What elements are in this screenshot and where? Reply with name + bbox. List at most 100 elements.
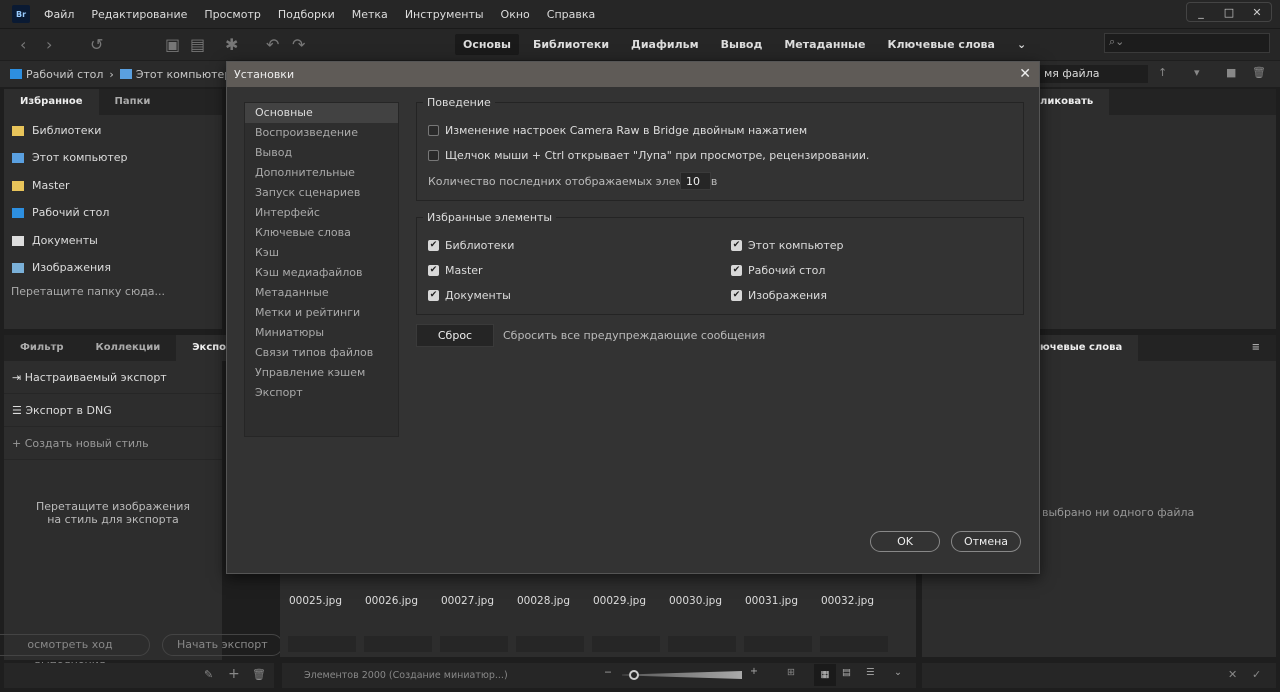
workspace-filmstrip[interactable]: Диафильм xyxy=(623,34,707,55)
apply-icon[interactable]: ✓ xyxy=(1252,668,1261,681)
open-recent-icon[interactable]: ▾ xyxy=(1194,66,1200,79)
view-options-icon[interactable]: ⌄ xyxy=(894,667,902,678)
favorite-item-checkbox[interactable]: ✔ Этот компьютер xyxy=(731,239,844,252)
close-button[interactable]: ✕ xyxy=(1243,3,1271,21)
view-progress-button[interactable]: осмотреть ход выполнения xyxy=(0,634,150,671)
ok-button[interactable]: OK xyxy=(870,531,940,552)
create-style[interactable]: + Создать новый стиль xyxy=(4,427,222,460)
camera-icon[interactable]: ▣ xyxy=(165,35,180,54)
category-item[interactable]: Связи типов файлов xyxy=(245,343,398,363)
trash-icon[interactable]: 🗑 xyxy=(1252,66,1266,79)
thumbnail[interactable] xyxy=(440,636,508,652)
export-dng[interactable]: ☰ Экспорт в DNG xyxy=(4,394,222,427)
sort-ascending-icon[interactable]: ↑ xyxy=(1158,66,1167,79)
favorite-item-checkbox[interactable]: ✔ Библиотеки xyxy=(428,239,514,252)
thumbnail[interactable] xyxy=(668,636,736,652)
zoom-in-icon[interactable]: + xyxy=(750,666,758,677)
breadcrumb-desktop[interactable]: Рабочий стол xyxy=(26,68,103,81)
refine-icon[interactable]: ✱ xyxy=(225,35,238,54)
copy-icon[interactable]: ▤ xyxy=(190,35,205,54)
checkbox-box[interactable] xyxy=(428,125,439,136)
rotate-right-icon[interactable]: ↷ xyxy=(292,35,305,54)
camera-raw-doubleclick-checkbox[interactable]: Изменение настроек Camera Raw в Bridge д… xyxy=(428,124,807,137)
start-export-button[interactable]: Начать экспорт xyxy=(162,634,283,656)
edit-icon[interactable]: ✎ xyxy=(204,668,213,681)
thumbnail-size-slider[interactable] xyxy=(622,671,742,679)
thumbnail-label[interactable]: 00031.jpg xyxy=(745,595,798,607)
export-custom[interactable]: ⇥ Настраиваемый экспорт xyxy=(4,361,222,394)
category-item[interactable]: Основные xyxy=(245,103,398,123)
tab-filter[interactable]: Фильтр xyxy=(4,335,80,361)
back-icon[interactable]: ‹ xyxy=(20,35,26,54)
category-item[interactable]: Ключевые слова xyxy=(245,223,398,243)
thumbnail-label[interactable]: 00032.jpg xyxy=(821,595,874,607)
minimize-button[interactable]: _ xyxy=(1187,3,1215,21)
thumbnail-label[interactable]: 00025.jpg xyxy=(289,595,342,607)
favorite-computer[interactable]: Этот компьютер xyxy=(4,144,222,171)
maximize-button[interactable]: □ xyxy=(1215,3,1243,21)
tab-folders[interactable]: Папки xyxy=(99,89,167,115)
cancel-icon[interactable]: ✕ xyxy=(1228,668,1237,681)
thumbnail[interactable] xyxy=(744,636,812,652)
category-item[interactable]: Интерфейс xyxy=(245,203,398,223)
thumbnail-label[interactable]: 00030.jpg xyxy=(669,595,722,607)
workspace-keywords[interactable]: Ключевые слова xyxy=(879,34,1002,55)
cancel-button[interactable]: Отмена xyxy=(951,531,1021,552)
sort-dropdown[interactable]: мя файла xyxy=(1040,65,1148,83)
reset-button[interactable]: Сброс xyxy=(416,324,494,347)
recent-items-input[interactable]: 10 xyxy=(680,172,711,190)
thumbnail[interactable] xyxy=(516,636,584,652)
zoom-out-icon[interactable]: − xyxy=(604,667,612,678)
favorite-master[interactable]: Master xyxy=(4,172,222,199)
add-icon[interactable]: + xyxy=(228,666,240,682)
thumbnail-label[interactable]: 00029.jpg xyxy=(593,595,646,607)
dialog-close-icon[interactable]: ✕ xyxy=(1019,62,1031,87)
checkbox-box[interactable]: ✔ xyxy=(428,265,439,276)
favorite-desktop[interactable]: Рабочий стол xyxy=(4,199,222,226)
favorite-item-checkbox[interactable]: ✔ Master xyxy=(428,264,483,277)
checkbox-box[interactable]: ✔ xyxy=(731,240,742,251)
recent-icon[interactable]: ↺ xyxy=(90,35,103,54)
thumbnail[interactable] xyxy=(364,636,432,652)
tab-favorites[interactable]: Избранное xyxy=(4,89,99,115)
new-folder-icon[interactable]: ■ xyxy=(1226,66,1236,79)
details-view-icon[interactable]: ▤ xyxy=(842,667,851,678)
favorite-libraries[interactable]: Библиотеки xyxy=(4,117,222,144)
category-item[interactable]: Запуск сценариев xyxy=(245,183,398,203)
category-item[interactable]: Кэш медиафайлов xyxy=(245,263,398,283)
panel-menu-icon[interactable]: ≡ xyxy=(1236,335,1276,361)
favorite-item-checkbox[interactable]: ✔ Рабочий стол xyxy=(731,264,825,277)
category-item[interactable]: Метаданные xyxy=(245,283,398,303)
tab-collections[interactable]: Коллекции xyxy=(80,335,177,361)
thumbnail-label[interactable]: 00028.jpg xyxy=(517,595,570,607)
category-item[interactable]: Воспроизведение xyxy=(245,123,398,143)
favorite-item-checkbox[interactable]: ✔ Изображения xyxy=(731,289,827,302)
list-view-icon[interactable]: ☰ xyxy=(866,667,875,678)
category-item[interactable]: Вывод xyxy=(245,143,398,163)
menu-stacks[interactable]: Подборки xyxy=(278,8,335,21)
thumbnail[interactable] xyxy=(592,636,660,652)
forward-icon[interactable]: › xyxy=(46,35,52,54)
category-item[interactable]: Управление кэшем xyxy=(245,363,398,383)
ctrl-click-loupe-checkbox[interactable]: Щелчок мыши + Ctrl открывает "Лупа" при … xyxy=(428,149,869,162)
favorite-item-checkbox[interactable]: ✔ Документы xyxy=(428,289,511,302)
slider-handle[interactable] xyxy=(629,670,639,680)
checkbox-box[interactable]: ✔ xyxy=(428,290,439,301)
delete-icon[interactable]: 🗑 xyxy=(252,668,266,681)
thumbnail-label[interactable]: 00026.jpg xyxy=(365,595,418,607)
category-item[interactable]: Метки и рейтинги xyxy=(245,303,398,323)
search-input[interactable]: ⌕⌄ xyxy=(1104,33,1270,53)
workspace-metadata[interactable]: Метаданные xyxy=(776,34,873,55)
workspace-more-icon[interactable]: ⌄ xyxy=(1009,34,1034,55)
rotate-left-icon[interactable]: ↶ xyxy=(266,35,279,54)
menu-window[interactable]: Окно xyxy=(501,8,530,21)
thumbnail-view-icon[interactable]: ▦ xyxy=(814,664,836,686)
category-item[interactable]: Экспорт xyxy=(245,383,398,403)
workspace-libraries[interactable]: Библиотеки xyxy=(525,34,617,55)
checkbox-box[interactable]: ✔ xyxy=(428,240,439,251)
workspace-output[interactable]: Вывод xyxy=(713,34,771,55)
favorite-pictures[interactable]: Изображения xyxy=(4,254,222,281)
checkbox-box[interactable] xyxy=(428,150,439,161)
category-item[interactable]: Кэш xyxy=(245,243,398,263)
breadcrumb-computer[interactable]: Этот компьютер xyxy=(136,68,232,81)
